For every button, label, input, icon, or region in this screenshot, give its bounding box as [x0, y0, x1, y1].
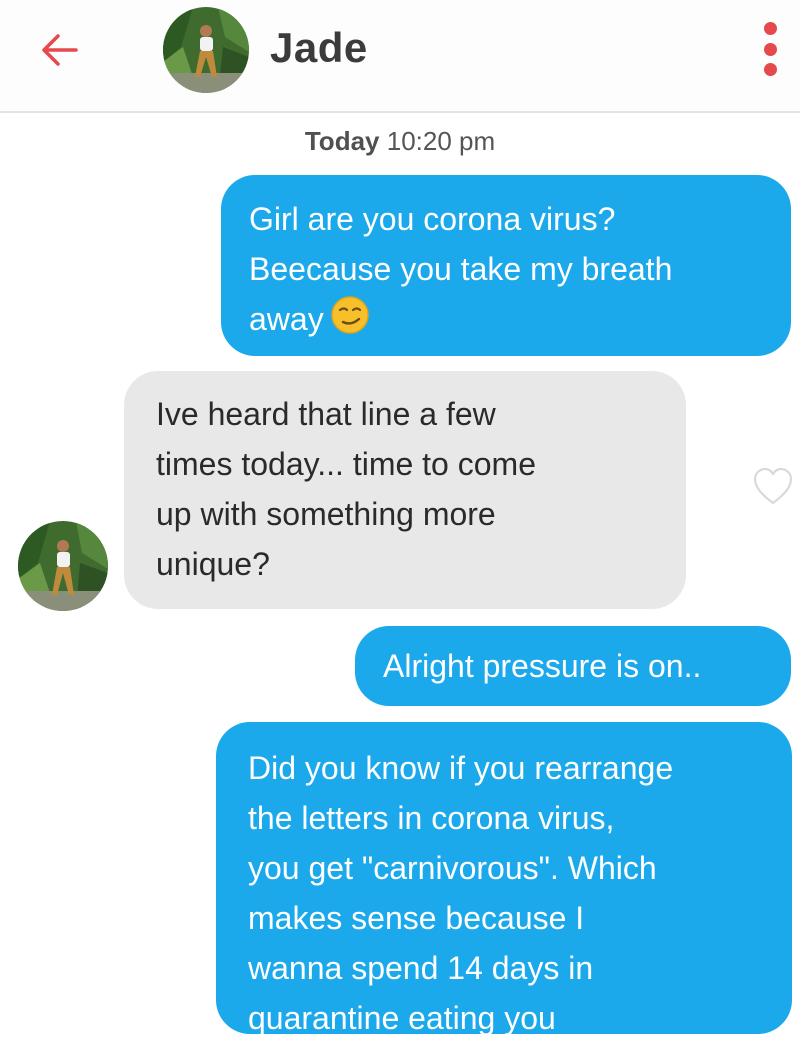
- contact-name[interactable]: Jade: [270, 24, 368, 72]
- more-dot-icon: [763, 42, 777, 56]
- message-line: times today... time to come: [156, 446, 536, 482]
- heart-outline-icon: [753, 467, 793, 505]
- contact-avatar-small[interactable]: [18, 521, 108, 611]
- message-line: Alright pressure is on..: [383, 648, 702, 684]
- message-line: you get "carnivorous". Which: [248, 850, 657, 886]
- message-line: the letters in corona virus,: [248, 800, 615, 836]
- more-dot-icon: [763, 22, 777, 35]
- contact-avatar[interactable]: [163, 7, 249, 93]
- message-line-text: away: [249, 301, 324, 337]
- message-timestamp: Today 10:20 pm: [0, 126, 800, 157]
- message-line: unique?: [156, 546, 270, 582]
- arrow-left-icon: [42, 34, 78, 66]
- message-line: wanna spend 14 days in: [248, 950, 594, 986]
- outgoing-message[interactable]: Girl are you corona virus? Beecause you …: [221, 175, 791, 356]
- outgoing-message[interactable]: Did you know if you rearrange the letter…: [216, 722, 792, 1036]
- message-line: makes sense because I: [248, 900, 585, 936]
- message-line: away: [249, 294, 763, 349]
- timestamp-day: Today: [304, 126, 380, 156]
- incoming-message[interactable]: Ive heard that line a few times today...…: [124, 371, 686, 609]
- message-line: Did you know if you rearrange: [248, 750, 674, 786]
- like-message-button[interactable]: [751, 465, 795, 507]
- timestamp-time: 10:20 pm: [386, 126, 496, 156]
- chat-header: Jade: [0, 0, 800, 113]
- outgoing-message[interactable]: Alright pressure is on..: [355, 626, 791, 706]
- more-options-button[interactable]: [752, 18, 788, 80]
- message-line: Girl are you corona virus?: [249, 201, 616, 237]
- message-line: Ive heard that line a few: [156, 396, 496, 432]
- message-line: up with something more: [156, 496, 496, 532]
- back-button[interactable]: [36, 26, 84, 74]
- more-dot-icon: [763, 63, 777, 76]
- message-line: Beecause you take my breath: [249, 251, 673, 287]
- message-line: quarantine eating you: [248, 1000, 556, 1036]
- smirking-face-icon: [330, 295, 370, 349]
